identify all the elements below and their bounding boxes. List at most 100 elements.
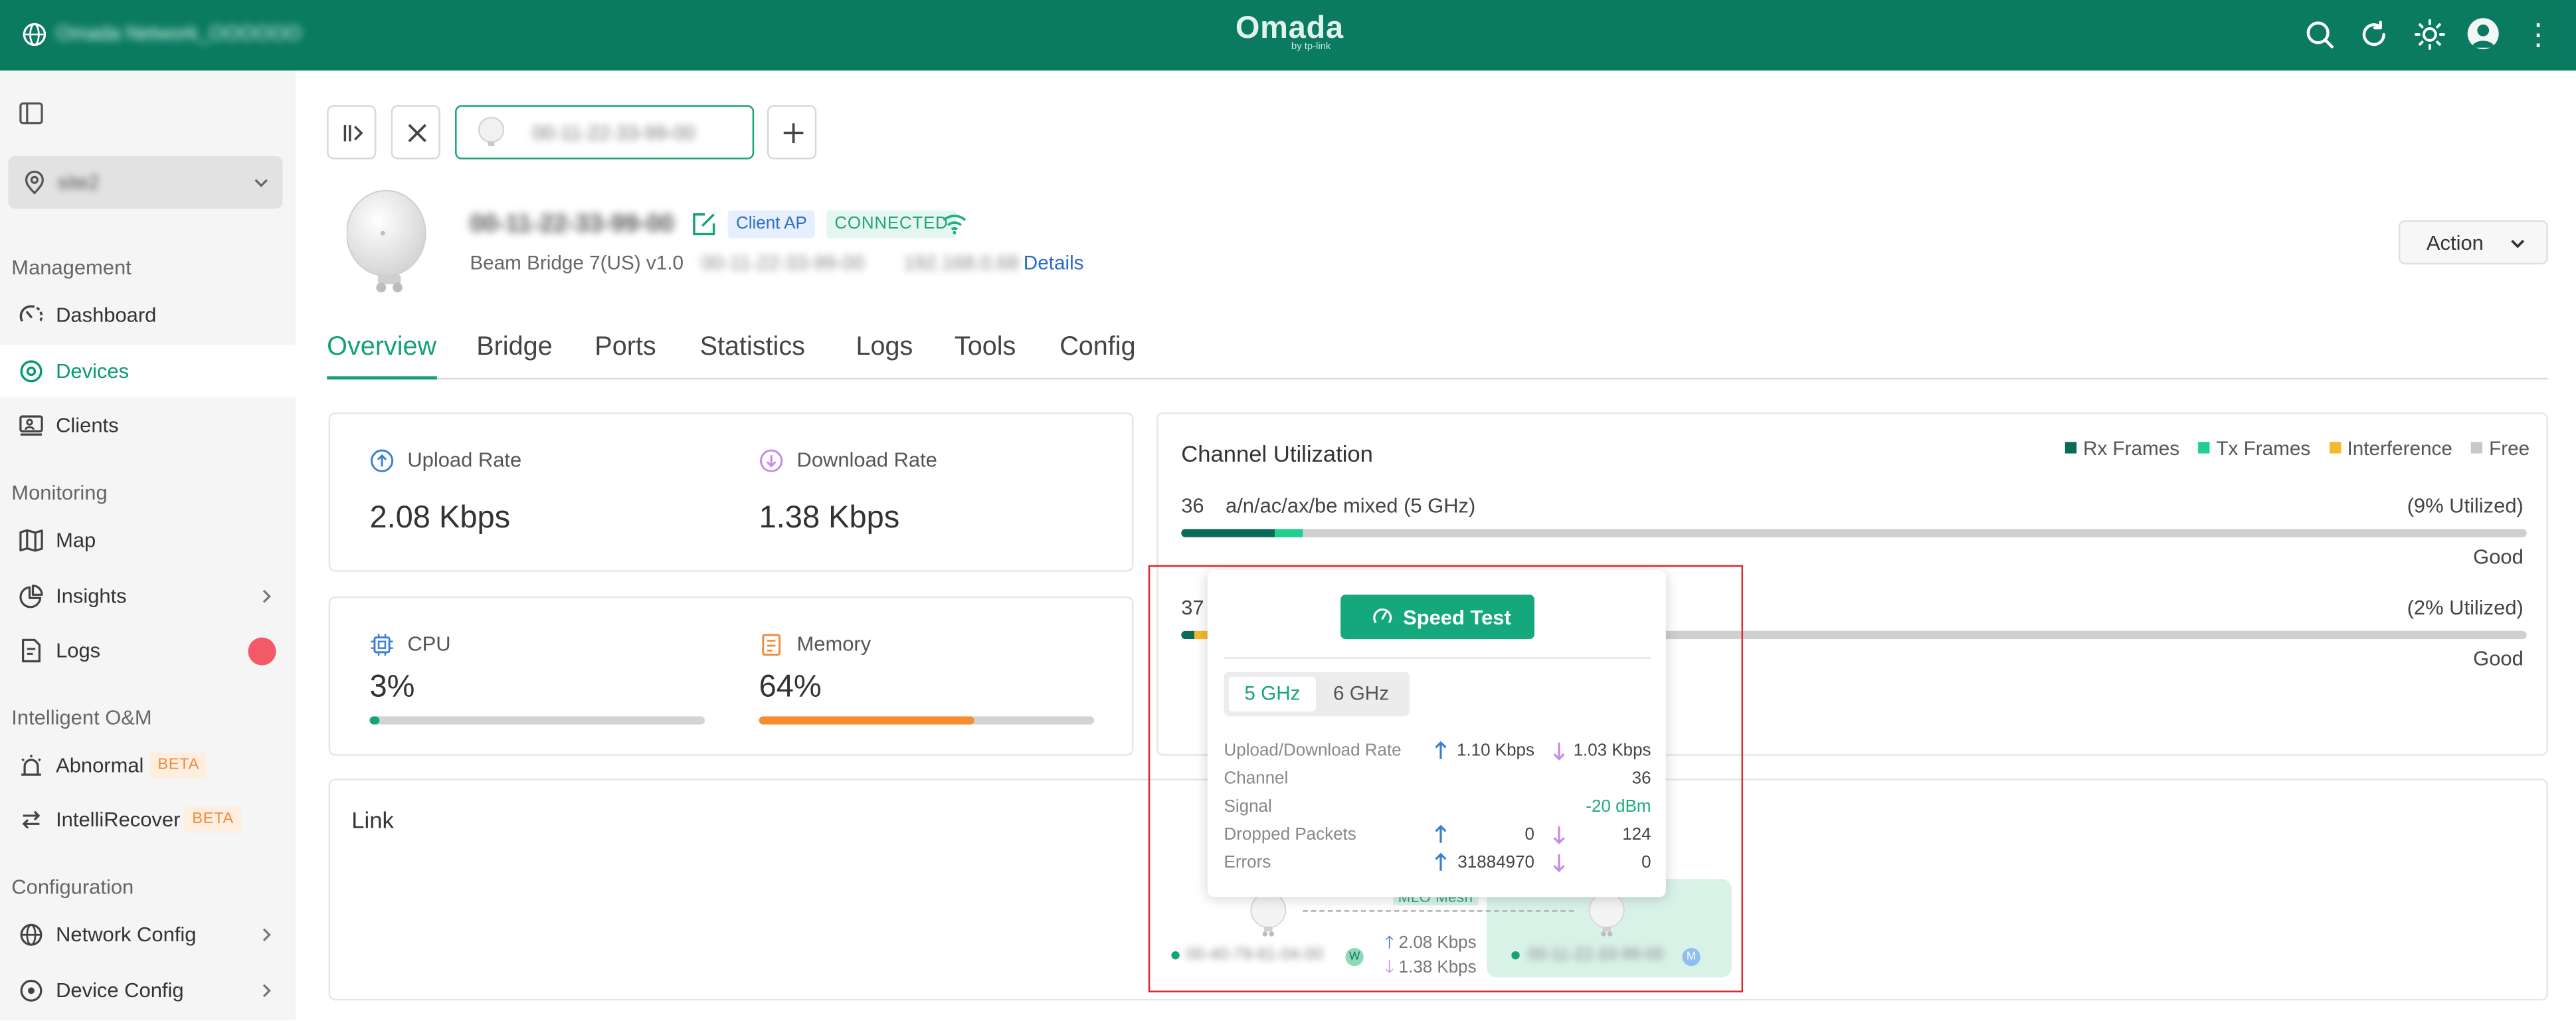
- resource-card: CPU 3% Memory 64%: [328, 596, 1134, 756]
- abnormal-alarm-icon: [21, 755, 41, 776]
- chevron-right-icon: [262, 984, 271, 998]
- search-icon[interactable]: [2303, 18, 2336, 50]
- utilization-segment-tx: [1275, 529, 1303, 537]
- status-badge: CONNECTED: [826, 210, 957, 238]
- notification-badge: [248, 637, 276, 666]
- wifi-signal-icon: [943, 215, 966, 234]
- refresh-icon[interactable]: [2357, 18, 2390, 50]
- upload-rate-value: 2.08 Kbps: [369, 501, 511, 536]
- highlight-box: [1148, 565, 1744, 992]
- device-ip: 192.168.0.68: [903, 251, 1019, 275]
- section-management: Management: [11, 256, 132, 280]
- legend-tx: Tx Frames: [2198, 437, 2310, 460]
- memory-icon: [762, 634, 781, 656]
- download-rate-label: Download Rate: [796, 448, 937, 472]
- sidebar-item-label: Clients: [56, 414, 119, 437]
- edit-name-icon[interactable]: [690, 211, 718, 238]
- device-model: Beam Bridge 7(US) v1.0: [470, 251, 684, 275]
- cpu-bar: [369, 716, 705, 725]
- action-button-label: Action: [2426, 231, 2484, 255]
- device-mac: 00-11-22-33-99-00: [701, 251, 865, 275]
- close-button[interactable]: [391, 105, 440, 159]
- channel-quality: Good: [2473, 647, 2524, 671]
- sidebar-item-map[interactable]: Map: [0, 514, 296, 567]
- site-name: site2: [57, 171, 100, 194]
- sidebar-collapse-icon[interactable]: [18, 100, 45, 127]
- access-point-icon: [478, 116, 505, 147]
- add-tab-button[interactable]: [767, 105, 817, 159]
- legend-free: Free: [2470, 437, 2530, 460]
- sidebar-item-devices[interactable]: Devices: [0, 345, 296, 398]
- sidebar-item-label: Network Config: [56, 923, 197, 947]
- network-globe-icon: [20, 923, 43, 946]
- sidebar-item-label: Abnormal: [56, 754, 144, 777]
- utilization-segment-rx: [1181, 529, 1276, 537]
- map-icon: [19, 529, 43, 552]
- tab-overview[interactable]: Overview: [327, 333, 437, 380]
- sidebar-item-label: Devices: [56, 359, 130, 383]
- rate-card: Upload Rate 2.08 Kbps Download Rate 1.38…: [328, 412, 1134, 572]
- beta-badge: BETA: [183, 806, 242, 833]
- download-arrow-icon: [760, 449, 783, 472]
- channel-utilized: (9% Utilized): [2407, 494, 2524, 518]
- sidebar-item-insights[interactable]: Insights: [0, 570, 296, 622]
- tab-statistics[interactable]: Statistics: [700, 333, 805, 379]
- device-tab-mac: 00-11-22-33-99-00: [532, 122, 695, 145]
- avatar[interactable]: [2467, 18, 2499, 50]
- expand-panel-button[interactable]: [327, 105, 377, 159]
- device-config-icon: [20, 979, 43, 1002]
- recover-arrows-icon: [22, 810, 41, 829]
- channel-quality: Good: [2473, 545, 2524, 569]
- theme-sun-icon[interactable]: [2413, 18, 2446, 50]
- devices-icon: [20, 360, 43, 383]
- channel-mode: a/n/ac/ax/be mixed (5 GHz): [1226, 494, 1476, 518]
- memory-bar-fill: [759, 716, 974, 725]
- sidebar-item-abnormal[interactable]: Abnormal BETA: [0, 739, 296, 792]
- sidebar-item-label: Device Config: [56, 979, 184, 1002]
- channel-utilization-title: Channel Utilization: [1181, 440, 1373, 467]
- plus-icon: [783, 123, 804, 143]
- channel-number: 36: [1181, 494, 1204, 518]
- insights-pie-icon: [19, 585, 43, 608]
- download-rate-value: 1.38 Kbps: [759, 501, 900, 536]
- memory-label: Memory: [796, 632, 872, 656]
- chevron-right-icon: [262, 928, 271, 942]
- legend-interference: Interference: [2329, 437, 2452, 460]
- tab-tools[interactable]: Tools: [955, 333, 1016, 379]
- sidebar-item-clients[interactable]: Clients: [0, 399, 296, 452]
- close-icon: [408, 124, 426, 143]
- sidebar-item-label: IntelliRecover: [56, 808, 181, 832]
- section-monitoring: Monitoring: [11, 481, 108, 505]
- sidebar-item-device-config[interactable]: Device Config: [0, 965, 296, 1017]
- cpu-bar-fill: [369, 716, 380, 725]
- details-link[interactable]: Details: [1024, 251, 1084, 274]
- tab-config[interactable]: Config: [1059, 333, 1135, 379]
- sidebar-item-label: Map: [56, 529, 96, 552]
- sidebar-item-logs[interactable]: Logs: [0, 624, 296, 677]
- chevron-down-icon: [2511, 240, 2525, 248]
- tab-logs[interactable]: Logs: [856, 333, 913, 379]
- more-menu-icon[interactable]: ⋮: [2524, 18, 2553, 50]
- legend: Rx Frames Tx Frames Interference Free: [2052, 437, 2530, 460]
- top-bar: Omada Network_OOOOOO Omada by tp-link ⋮: [0, 0, 2576, 71]
- sidebar-item-intellirecover[interactable]: IntelliRecover BETA: [0, 794, 296, 846]
- device-name: 00-11-22-33-99-00: [470, 210, 674, 238]
- action-button[interactable]: Action: [2398, 220, 2548, 265]
- tab-ports[interactable]: Ports: [595, 333, 656, 379]
- dashboard-icon: [19, 305, 43, 322]
- logs-icon: [22, 638, 41, 663]
- network-name[interactable]: Omada Network_OOOOOO: [56, 21, 301, 45]
- sidebar-item-dashboard[interactable]: Dashboard: [0, 289, 296, 341]
- globe-icon[interactable]: [21, 21, 48, 48]
- sidebar-item-network-config[interactable]: Network Config: [0, 909, 296, 961]
- brand-sub: by tp-link: [1291, 43, 1331, 53]
- device-tab[interactable]: 00-11-22-33-99-00: [455, 105, 755, 159]
- client-ap-tag: Client AP: [727, 210, 816, 238]
- chevron-right-icon: [262, 589, 271, 603]
- sidebar: site2 Management Dashboard Devices Clien…: [0, 70, 296, 1020]
- tab-bridge[interactable]: Bridge: [476, 333, 552, 379]
- clients-icon: [19, 415, 43, 436]
- site-selector[interactable]: site2: [8, 155, 283, 209]
- section-configuration: Configuration: [11, 876, 134, 899]
- channel-utilization-bar: [1181, 529, 2527, 537]
